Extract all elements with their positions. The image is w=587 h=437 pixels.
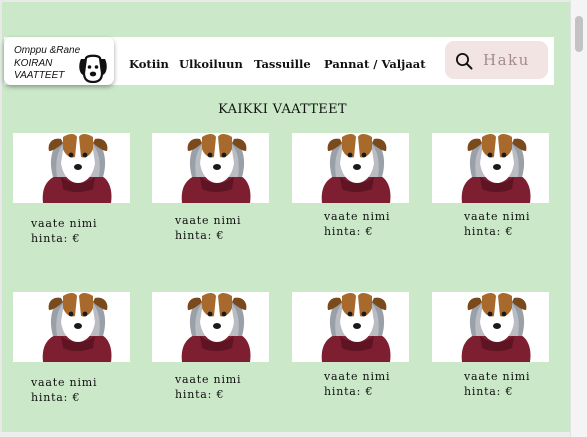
product-image[interactable] (13, 292, 130, 362)
product-price: hinta: € (175, 388, 225, 401)
dog-in-hoodie-image (13, 292, 130, 362)
product-image[interactable] (432, 292, 549, 362)
search-icon[interactable] (455, 52, 473, 70)
nav-link-kotiin[interactable]: Kotiin (129, 57, 169, 71)
product-info[interactable]: vaate nimi hinta: € (175, 372, 241, 402)
product-info[interactable]: vaate nimi hinta: € (464, 209, 530, 239)
product-price: hinta: € (324, 225, 374, 238)
dog-in-hoodie-image (432, 133, 549, 203)
product-price: hinta: € (464, 385, 514, 398)
page-title: KAIKKI VAATTEET (218, 102, 347, 117)
search-box[interactable] (445, 41, 548, 79)
product-info[interactable]: vaate nimi hinta: € (324, 369, 390, 399)
dog-in-hoodie-image (152, 133, 269, 203)
product-image[interactable] (292, 292, 409, 362)
product-name: vaate nimi (175, 214, 242, 227)
window-bottom-border (0, 432, 587, 437)
product-image[interactable] (432, 133, 549, 203)
brand-line-3: VAATTEET (14, 70, 65, 81)
dog-in-hoodie-image (432, 292, 549, 362)
product-price: hinta: € (175, 229, 225, 242)
product-image[interactable] (292, 133, 409, 203)
product-name: vaate nimi (31, 376, 98, 389)
product-name: vaate nimi (31, 217, 98, 230)
product-price: hinta: € (464, 225, 514, 238)
dog-face-icon (79, 54, 107, 83)
nav-link-tassuille[interactable]: Tassuille (254, 57, 311, 71)
nav-link-pannat-valjaat[interactable]: Pannat / Valjaat (324, 57, 426, 71)
product-price: hinta: € (324, 385, 374, 398)
dog-in-hoodie-image (13, 133, 130, 203)
product-name: vaate nimi (324, 370, 391, 383)
window-left-border (0, 0, 2, 437)
window-top-border (0, 0, 587, 2)
product-price: hinta: € (31, 232, 81, 245)
product-info[interactable]: vaate nimi hinta: € (175, 213, 241, 243)
product-name: vaate nimi (324, 210, 391, 223)
search-input[interactable] (483, 49, 543, 71)
product-info[interactable]: vaate nimi hinta: € (31, 375, 97, 405)
product-name: vaate nimi (464, 370, 531, 383)
product-info[interactable]: vaate nimi hinta: € (324, 209, 390, 239)
brand-logo[interactable]: Omppu &Rane KOIRAN VAATTEET (4, 37, 114, 85)
product-info[interactable]: vaate nimi hinta: € (31, 216, 97, 246)
vertical-scrollbar[interactable] (570, 0, 587, 437)
product-image[interactable] (152, 292, 269, 362)
scrollbar-thumb[interactable] (575, 16, 583, 52)
product-info[interactable]: vaate nimi hinta: € (464, 369, 530, 399)
nav-link-ulkoiluun[interactable]: Ulkoiluun (179, 57, 243, 71)
product-name: vaate nimi (175, 373, 242, 386)
dog-in-hoodie-image (292, 292, 409, 362)
dog-in-hoodie-image (292, 133, 409, 203)
product-image[interactable] (13, 133, 130, 203)
brand-line-2: KOIRAN (14, 58, 53, 69)
product-price: hinta: € (31, 391, 81, 404)
product-name: vaate nimi (464, 210, 531, 223)
brand-line-1: Omppu &Rane (14, 45, 81, 56)
product-image[interactable] (152, 133, 269, 203)
dog-in-hoodie-image (152, 292, 269, 362)
